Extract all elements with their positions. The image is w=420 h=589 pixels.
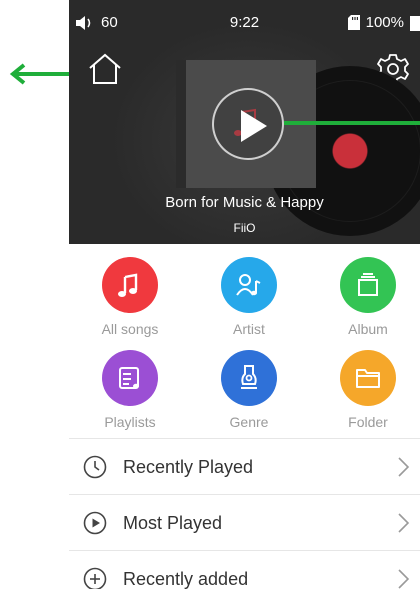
- plus-circle-icon: [83, 567, 107, 589]
- list-item-recently-played[interactable]: Recently Played: [69, 438, 420, 494]
- category-label: Folder: [348, 414, 388, 430]
- phone-screen: 60 9:22 100% Born for Music & Happy FiiO…: [69, 0, 420, 589]
- category-label: Playlists: [104, 414, 156, 430]
- chevron-right-icon: [398, 457, 410, 477]
- category-label: Album: [348, 321, 388, 337]
- folder-icon: [340, 350, 396, 406]
- play-icon: [241, 110, 267, 142]
- battery-icon: [410, 15, 420, 31]
- list-item-label: Recently added: [123, 569, 249, 589]
- list-item-recently-added[interactable]: Recently added: [69, 550, 420, 589]
- status-right: 100%: [347, 14, 420, 31]
- playlist-icon: [102, 350, 158, 406]
- music-note-icon: [102, 257, 158, 313]
- track-artist: FiiO: [233, 221, 256, 235]
- home-icon[interactable]: [87, 52, 123, 86]
- play-button[interactable]: [212, 88, 284, 160]
- category-label: All songs: [101, 321, 159, 337]
- annotation-arrow-left-icon: [9, 63, 70, 85]
- battery-level: 100%: [365, 14, 404, 31]
- album-spine: [176, 60, 186, 188]
- chevron-right-icon: [398, 569, 410, 589]
- play-circle-icon: [83, 511, 107, 535]
- now-playing-header: 60 9:22 100% Born for Music & Happy FiiO: [69, 0, 420, 244]
- category-label: Genre: [229, 414, 269, 430]
- clock-icon: [83, 455, 107, 479]
- list-item-label: Most Played: [123, 513, 223, 533]
- page: 60 9:22 100% Born for Music & Happy FiiO…: [0, 0, 420, 589]
- album-icon: [340, 257, 396, 313]
- genre-icon: [221, 350, 277, 406]
- chevron-right-icon: [398, 513, 410, 533]
- list-item-label: Recently Played: [123, 457, 254, 477]
- annotation-arrow-right-line: [284, 121, 420, 125]
- sd-card-icon: [347, 15, 360, 30]
- list-item-most-played[interactable]: Most Played: [69, 494, 420, 550]
- category-label: Artist: [233, 321, 265, 337]
- status-bar: 60 9:22 100%: [69, 0, 420, 44]
- track-title: Born for Music & Happy: [165, 194, 324, 211]
- artist-icon: [221, 257, 277, 313]
